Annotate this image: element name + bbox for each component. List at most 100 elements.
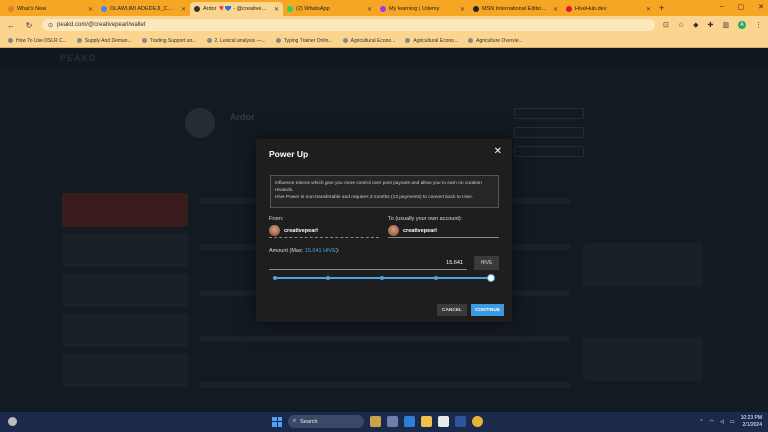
bookmark-label: Agriculture Overvie...: [476, 37, 523, 44]
menu-icon[interactable]: ⋮: [755, 21, 762, 29]
taskview-icon[interactable]: [370, 416, 381, 427]
bookmark-star-icon[interactable]: ☆: [678, 21, 684, 29]
browser-tab[interactable]: My learning | Udemy ✕: [376, 2, 469, 16]
info-text-1: Influence tokens which give you more con…: [275, 181, 482, 193]
start-icon[interactable]: [272, 416, 282, 427]
clock-time: 10:23 PM: [740, 415, 762, 421]
extension-icon[interactable]: ◆: [693, 21, 698, 29]
bookmark-item[interactable]: Supply And Deman...: [76, 37, 132, 44]
bookmark-item[interactable]: Agricultural Econo...: [342, 38, 395, 44]
bookmark-favicon-icon: [405, 38, 411, 43]
tab-title: My learning | Udemy: [389, 6, 440, 12]
url-text: peakd.com/@creativepearl/wallet: [57, 22, 146, 28]
bookmark-favicon-icon: [76, 38, 82, 43]
bookmark-favicon-icon: [468, 38, 474, 43]
new-tab-button[interactable]: +: [659, 3, 664, 13]
wifi-icon[interactable]: ◠: [710, 419, 714, 425]
address-bar-row: ← ↻ ⊙ peakd.com/@creativepearl/wallet ⊡ …: [0, 16, 768, 34]
info-text-2: Hive Power is non-transferable and requi…: [275, 195, 474, 200]
clock-date: 2/1/2024: [742, 421, 762, 428]
browser-tab[interactable]: Ardor 🎈💙 - @creativepearl ✕: [190, 2, 283, 16]
tab-favicon-icon: [101, 6, 107, 12]
from-username: creativepearl: [284, 227, 318, 234]
sidebar-icon[interactable]: ▥: [722, 21, 729, 29]
close-icon[interactable]: ✕: [494, 146, 502, 157]
store-icon[interactable]: [438, 416, 449, 427]
browser-tab[interactable]: What's New ✕: [4, 2, 97, 16]
cancel-button[interactable]: CANCEL: [437, 304, 467, 316]
weather-icon[interactable]: [8, 417, 17, 426]
to-username: creativepearl: [403, 227, 437, 234]
clock[interactable]: 10:23 PM 2/1/2024: [741, 415, 762, 428]
bookmark-label: Supply And Deman...: [84, 37, 132, 44]
bookmark-favicon-icon: [275, 38, 281, 43]
tab-close-icon[interactable]: ✕: [274, 6, 279, 13]
search-placeholder: Search: [300, 418, 318, 425]
chat-icon[interactable]: [387, 416, 398, 427]
bookmark-label: Agricultural Econo...: [413, 37, 459, 44]
amount-input[interactable]: 15.641: [269, 257, 467, 270]
bookmarks-bar: How To Use DSLR C... Supply And Deman... T…: [0, 34, 768, 48]
slider-tick[interactable]: [434, 275, 438, 280]
battery-icon[interactable]: ▭: [730, 419, 735, 425]
minimize-button[interactable]: –: [720, 3, 724, 11]
browser-tab[interactable]: (2) WhatsApp ✕: [283, 2, 376, 16]
browser-tab[interactable]: HiveHub.dev ✕: [562, 2, 655, 16]
chrome-icon[interactable]: [472, 416, 483, 427]
search-icon: ⌕: [293, 418, 297, 424]
window-controls: – ▢ ✕: [720, 3, 764, 11]
slider-thumb[interactable]: [487, 273, 495, 282]
slider-tick[interactable]: [273, 275, 277, 280]
currency-selector[interactable]: HIVE: [474, 256, 499, 270]
bookmark-item[interactable]: Trading Support an...: [141, 37, 197, 44]
taskbar-search[interactable]: ⌕ Search: [288, 415, 364, 428]
bookmark-item[interactable]: Agricultural Econo...: [405, 38, 458, 44]
volume-icon[interactable]: ◁: [720, 419, 724, 425]
continue-button[interactable]: CONTINUE: [471, 304, 504, 316]
chevron-up-icon[interactable]: ⌃: [699, 419, 703, 425]
bookmark-item[interactable]: Agriculture Overvie...: [468, 38, 523, 44]
tab-close-icon[interactable]: ✕: [553, 6, 558, 13]
slider-tick[interactable]: [380, 275, 384, 280]
to-field[interactable]: creativepearl: [388, 224, 499, 238]
tab-title: MSN International Edition - W: [482, 6, 548, 12]
tab-close-icon[interactable]: ✕: [460, 6, 465, 13]
tab-close-icon[interactable]: ✕: [181, 6, 186, 13]
tab-close-icon[interactable]: ✕: [88, 6, 93, 13]
bookmark-label: Trading Support an...: [149, 37, 197, 44]
bookmark-item[interactable]: How To Use DSLR C...: [8, 38, 67, 44]
bookmark-item[interactable]: 2. Lexical analysis —...: [206, 37, 266, 44]
install-icon[interactable]: ⊡: [663, 21, 669, 29]
bookmark-favicon-icon: [141, 38, 147, 43]
slider-tick[interactable]: [326, 275, 330, 280]
amount-slider[interactable]: [273, 273, 495, 283]
to-label: To (usually your own account):: [388, 216, 463, 222]
tab-favicon-icon: [194, 6, 200, 12]
close-window-button[interactable]: ✕: [758, 3, 764, 11]
puzzle-icon[interactable]: ✚: [708, 21, 714, 29]
maximize-button[interactable]: ▢: [738, 3, 745, 11]
reload-button[interactable]: ↻: [24, 21, 34, 30]
amount-max-link[interactable]: 15.641 HIVE: [305, 248, 336, 254]
windows-taskbar: ⌕ Search ⌃ ◠ ◁ ▭ 10:23 PM 2/1/2024: [0, 412, 768, 432]
bookmark-label: 2. Lexical analysis —...: [214, 37, 266, 44]
tab-title: HiveHub.dev: [575, 6, 607, 12]
site-info-icon[interactable]: ⊙: [48, 22, 53, 29]
profile-avatar[interactable]: A: [738, 21, 746, 29]
bookmark-label: Typing Trainer Onlin...: [283, 37, 333, 44]
user-avatar: [269, 225, 280, 236]
file-explorer-icon[interactable]: [421, 416, 432, 427]
edge-icon[interactable]: [404, 416, 415, 427]
back-button[interactable]: ←: [6, 21, 16, 30]
word-icon[interactable]: [455, 416, 466, 427]
browser-tab[interactable]: MSN International Edition - W ✕: [469, 2, 562, 16]
from-label: From:: [269, 216, 284, 222]
browser-tab[interactable]: OLAWUMI ADEDEJI_CHAPTER ✕: [97, 2, 190, 16]
tab-favicon-icon: [566, 6, 572, 12]
url-field[interactable]: ⊙ peakd.com/@creativepearl/wallet: [42, 19, 655, 31]
bookmark-item[interactable]: Typing Trainer Onlin...: [275, 37, 333, 44]
bookmark-label: How To Use DSLR C...: [16, 37, 67, 44]
tab-close-icon[interactable]: ✕: [646, 6, 651, 13]
tab-title: (2) WhatsApp: [296, 6, 330, 12]
tab-close-icon[interactable]: ✕: [367, 6, 372, 13]
